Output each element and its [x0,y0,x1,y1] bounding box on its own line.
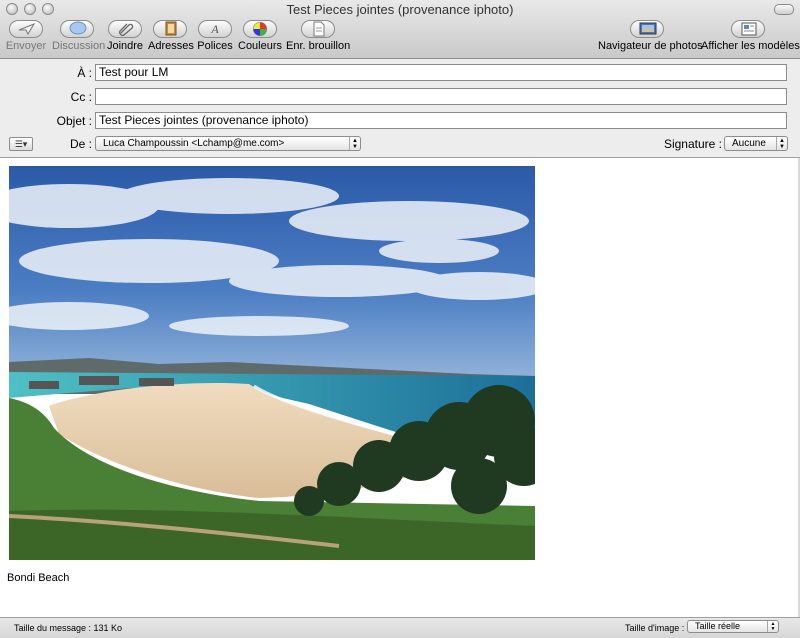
signature-popup[interactable]: Aucune ▲ ▼ [724,136,788,151]
status-bar: Taille du message : 131 Ko Taille d'imag… [0,617,800,638]
image-size-value: Taille réelle [695,621,741,631]
popup-arrows-icon: ▲ ▼ [767,621,778,632]
signature-value: Aucune [732,138,766,149]
message-header: À : Test pour LM Cc : Objet : Test Piece… [0,59,800,158]
from-value: Luca Champoussin <Lchamp@me.com> [103,138,285,149]
signature-label: Signature : [663,137,722,151]
attach-button[interactable]: Joindre [106,20,144,52]
cc-label: Cc : [70,90,92,104]
message-size-text: Taille du message : 131 Ko [14,623,123,633]
popup-arrows-icon: ▲ ▼ [776,137,787,150]
address-book-icon [153,20,187,38]
from-popup[interactable]: Luca Champoussin <Lchamp@me.com> ▲ ▼ [95,136,361,151]
toolbar: Test Pieces jointes (provenance iphoto) … [0,0,800,59]
font-icon: A [198,20,232,38]
stationery-icon [731,20,765,38]
image-size-popup[interactable]: Taille réelle ▲ ▼ [687,620,779,633]
show-templates-button[interactable]: Afficher les modèles [701,20,800,52]
fonts-button[interactable]: A Polices [196,20,234,52]
list-menu-icon: ☰▾ [14,139,28,149]
header-fields-menu-button[interactable]: ☰▾ [9,137,33,151]
popup-arrows-icon: ▲ ▼ [349,137,360,150]
addresses-button[interactable]: Adresses [148,20,194,52]
attached-photo[interactable] [9,166,535,560]
window-title: Test Pieces jointes (provenance iphoto) [286,2,514,17]
send-button[interactable]: Envoyer [4,20,48,52]
paperclip-icon [108,20,142,38]
send-icon [9,20,43,38]
to-label: À : [77,66,92,80]
photo-browser-button[interactable]: Navigateur de photos [598,20,703,52]
colors-button[interactable]: Couleurs [238,20,282,52]
cc-field[interactable] [95,88,787,105]
chat-button[interactable]: Discussion [52,20,105,52]
to-field[interactable]: Test pour LM [95,64,787,81]
subject-label: Objet : [56,114,92,128]
color-wheel-icon [243,20,277,38]
document-icon [301,20,335,38]
speech-bubble-icon [60,20,94,38]
photo-caption[interactable]: Bondi Beach [7,572,69,584]
subject-field[interactable]: Test Pieces jointes (provenance iphoto) [95,112,787,129]
image-size-label: Taille d'image : [625,623,685,633]
photo-browser-icon [630,20,664,38]
save-draft-button[interactable]: Enr. brouillon [286,20,350,52]
mail-compose-window: Test Pieces jointes (provenance iphoto) … [0,0,800,638]
